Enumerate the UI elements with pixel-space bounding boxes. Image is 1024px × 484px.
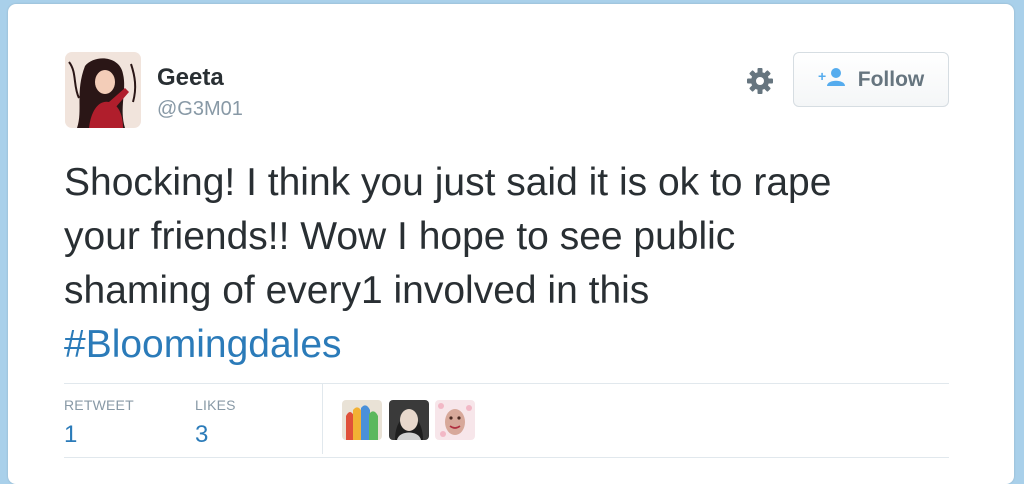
liker-avatar[interactable] bbox=[342, 400, 382, 440]
tweet-line: shaming of every1 involved in this bbox=[64, 269, 650, 312]
stats-separator bbox=[322, 384, 323, 454]
stats-divider-top bbox=[64, 383, 949, 384]
retweet-label[interactable]: RETWEET bbox=[64, 397, 134, 413]
likes-count[interactable]: 3 bbox=[195, 421, 208, 449]
hashtag-link[interactable]: #Bloomingdales bbox=[64, 323, 342, 366]
avatar[interactable] bbox=[65, 52, 141, 128]
display-name[interactable]: Geeta bbox=[157, 64, 224, 92]
liker-avatar[interactable] bbox=[389, 400, 429, 440]
add-user-icon: + bbox=[818, 66, 848, 93]
retweet-count[interactable]: 1 bbox=[64, 421, 77, 449]
likes-label[interactable]: LIKES bbox=[195, 397, 236, 413]
follow-label: Follow bbox=[857, 67, 925, 91]
stats-divider-bottom bbox=[64, 457, 949, 458]
user-handle[interactable]: @G3M01 bbox=[157, 98, 243, 121]
tweet-line: Shocking! I think you just said it is ok… bbox=[64, 161, 832, 204]
gear-icon[interactable] bbox=[745, 66, 775, 96]
tweet-line: your friends!! Wow I hope to see public bbox=[64, 215, 736, 258]
svg-text:+: + bbox=[818, 68, 826, 84]
liker-avatar[interactable] bbox=[435, 400, 475, 440]
follow-button[interactable]: + Follow bbox=[793, 52, 949, 107]
tweet-text: Shocking! I think you just said it is ok… bbox=[64, 156, 964, 372]
